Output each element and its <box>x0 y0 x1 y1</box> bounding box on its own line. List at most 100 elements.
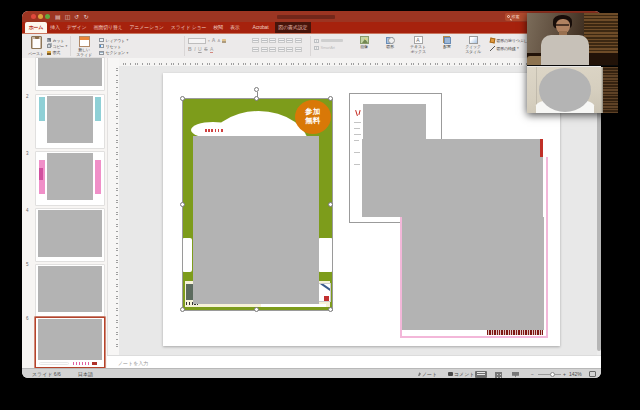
format-painter-button[interactable]: 書式 <box>47 50 67 56</box>
justify-icon[interactable] <box>278 47 285 53</box>
selected-flyer-image[interactable]: 参加無料 <box>183 99 332 310</box>
fit-to-window-button[interactable] <box>589 371 596 377</box>
resize-handle-nw[interactable] <box>180 96 185 101</box>
resize-handle-sw[interactable] <box>180 307 185 312</box>
tab-home[interactable]: ホーム <box>25 22 47 33</box>
resize-handle-n[interactable] <box>254 96 259 101</box>
slide-thumbnail-3[interactable] <box>36 152 104 205</box>
notes-icon <box>418 372 421 376</box>
close-button[interactable] <box>31 14 36 19</box>
notes-toggle[interactable]: ノート <box>418 371 437 377</box>
slideshow-view-button[interactable] <box>512 372 519 378</box>
zoom-slider-knob[interactable] <box>550 372 555 377</box>
highlight-icon[interactable] <box>222 39 226 43</box>
shape-fill-button[interactable]: 図形の塗りつぶし▾ <box>490 37 531 45</box>
bold-button[interactable]: B <box>188 47 192 52</box>
zoom-percentage[interactable]: 142% <box>569 371 582 377</box>
save-icon[interactable]: ◫ <box>65 14 71 20</box>
align-right-icon[interactable] <box>269 47 276 53</box>
flyer-map-box <box>317 283 331 302</box>
slideshow-icon[interactable]: ▤ <box>55 14 61 20</box>
tab-view[interactable]: 表示 <box>226 22 243 33</box>
table-icon <box>314 39 319 43</box>
tab-review[interactable]: 校閲 <box>210 22 227 33</box>
tab-picture-format[interactable]: 図の書式設定 <box>275 22 311 33</box>
vertical-scrollbar[interactable] <box>597 73 601 351</box>
slide-thumbnail-4[interactable] <box>36 209 104 261</box>
tab-insert[interactable]: 挿入 <box>47 22 64 33</box>
zoom-in-button[interactable]: + <box>563 371 566 377</box>
font-size-box[interactable] <box>188 38 206 44</box>
quick-styles-button[interactable]: クイック スタイル <box>461 36 485 55</box>
glasses <box>556 24 569 26</box>
comments-toggle[interactable]: コメント <box>448 371 474 377</box>
line-spacing-icon[interactable] <box>286 38 293 44</box>
resize-handle-ne[interactable] <box>328 96 333 101</box>
video-call-overlay[interactable] <box>527 13 618 113</box>
tab-acrobat[interactable]: Acrobat <box>249 22 272 33</box>
strikethrough-button[interactable]: S <box>204 47 207 52</box>
slide-sorter-view-button[interactable] <box>495 372 502 378</box>
new-slide-button[interactable]: 新しい スライド <box>72 36 96 58</box>
indent-less-icon[interactable] <box>269 38 276 44</box>
grow-font-icon[interactable]: A <box>212 38 216 43</box>
participant-video-bottom <box>527 67 618 113</box>
tab-animations[interactable]: アニメーション <box>126 22 167 33</box>
quick-styles-icon <box>469 36 478 44</box>
undo-icon[interactable]: ↺ <box>74 14 79 20</box>
slide-thumbnail-1[interactable] <box>36 58 104 90</box>
slide-thumbnail-5[interactable] <box>36 265 104 316</box>
underline-button[interactable]: U <box>198 47 202 52</box>
resize-handle-se[interactable] <box>328 307 333 312</box>
slide-editing-canvas[interactable]: 参加無料 <box>119 66 597 355</box>
font-group: ▾AA BIUSA <box>188 37 226 54</box>
resize-handle-w[interactable] <box>180 202 185 207</box>
zoom-button[interactable] <box>45 14 50 19</box>
indent-more-icon[interactable] <box>278 38 285 44</box>
minimize-button[interactable] <box>38 14 43 19</box>
tab-design[interactable]: デザイン <box>63 22 90 33</box>
text-direction-icon[interactable] <box>295 38 302 44</box>
columns-icon[interactable] <box>286 47 293 53</box>
shape-outline-button[interactable]: 図形の枠線▾ <box>490 45 531 53</box>
textbox-button[interactable]: A テキスト ボックス <box>405 36 431 55</box>
align-left-icon[interactable] <box>252 47 259 53</box>
redo-icon[interactable]: ↻ <box>83 14 88 20</box>
anonymized-face-circle <box>539 68 591 112</box>
slide-count: スライド 6/6 <box>32 371 61 377</box>
slide-thumbnail-2[interactable] <box>36 95 104 148</box>
tab-transitions[interactable]: 画面切り替え <box>90 22 126 33</box>
smartart-icon <box>314 46 319 50</box>
shrink-font-icon[interactable]: A <box>217 38 220 43</box>
align-center-icon[interactable] <box>261 47 268 53</box>
table-button[interactable] <box>314 37 343 44</box>
normal-view-button[interactable] <box>475 371 487 378</box>
search-button[interactable]: 検索 <box>505 13 529 21</box>
slide-thumbnail-6-selected[interactable] <box>36 318 104 367</box>
shapes-button[interactable]: 図形 <box>379 36 401 49</box>
paste-button[interactable]: ペースト <box>25 36 47 56</box>
zoom-out-button[interactable]: − <box>531 371 534 377</box>
anonymized-block <box>363 104 426 140</box>
section-icon <box>99 51 104 55</box>
bullets-icon[interactable] <box>252 38 259 44</box>
picture-button[interactable]: 画像 <box>353 36 375 49</box>
search-label: 検索 <box>512 14 520 19</box>
italic-button[interactable]: I <box>194 47 195 52</box>
section-button[interactable]: セクション▾ <box>99 50 128 56</box>
rotation-handle[interactable] <box>254 87 259 92</box>
align-text-icon[interactable] <box>295 47 302 53</box>
vertical-ruler <box>107 58 119 355</box>
numbering-icon[interactable] <box>261 38 268 44</box>
smartart-button[interactable]: SmartArt <box>314 44 343 51</box>
resize-handle-s[interactable] <box>254 307 259 312</box>
resize-handle-e[interactable] <box>328 202 333 207</box>
arrange-button[interactable]: 配置 <box>437 36 457 49</box>
slide-number-3: 3 <box>26 151 29 156</box>
font-color-button[interactable]: A <box>210 47 213 53</box>
language-indicator[interactable]: 日本語 <box>78 371 93 377</box>
tab-slideshow[interactable]: スライド ショー <box>167 22 210 33</box>
participant-video-top <box>527 13 618 66</box>
format-painter-icon <box>47 51 51 55</box>
notes-pane[interactable]: ノートを入力 <box>107 355 601 368</box>
